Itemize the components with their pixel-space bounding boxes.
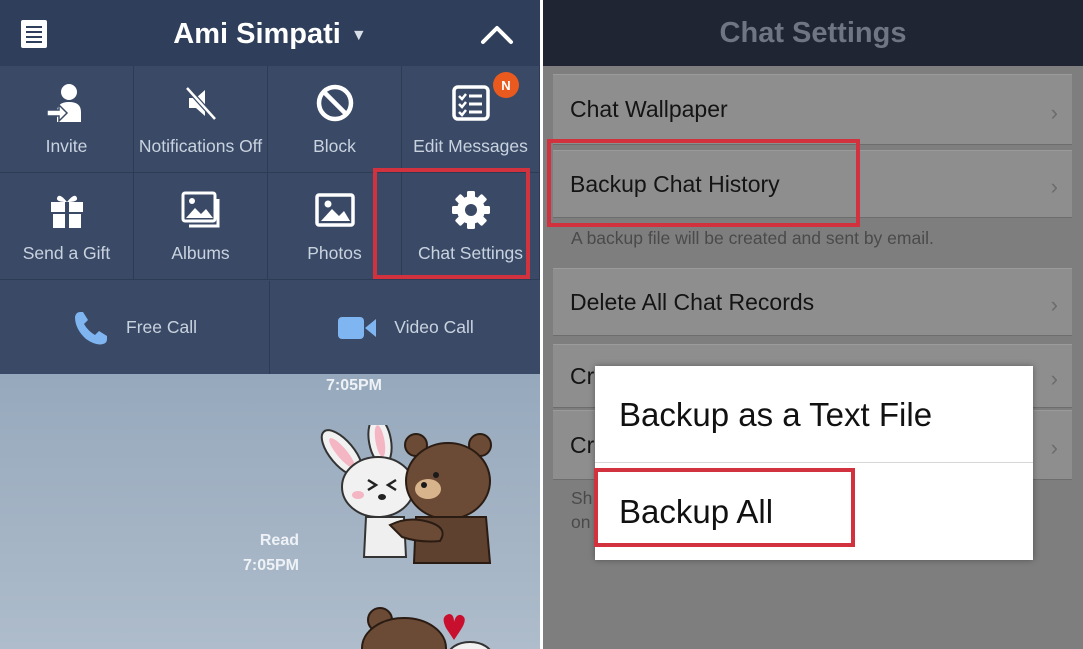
- backup-as-text-file-option[interactable]: Backup as a Text File: [595, 366, 1033, 463]
- collapse-button[interactable]: [474, 14, 520, 54]
- delete-all-chat-records-row[interactable]: Delete All Chat Records ›: [553, 268, 1072, 336]
- settings-title: Chat Settings: [719, 16, 907, 49]
- free-call-button[interactable]: Free Call: [0, 281, 270, 374]
- chat-settings-highlight: [373, 168, 530, 279]
- chevron-right-icon: ›: [1050, 292, 1058, 317]
- chevron-right-icon: ›: [1050, 174, 1058, 199]
- albums-button[interactable]: Albums: [134, 173, 268, 280]
- send-gift-button[interactable]: Send a Gift: [0, 173, 134, 280]
- video-call-label: Video Call: [394, 317, 474, 337]
- invite-person-icon: [45, 84, 81, 123]
- delete-all-chat-records-label: Delete All Chat Records: [570, 288, 815, 315]
- contact-name: Ami Simpati: [173, 17, 341, 50]
- new-badge: N: [493, 72, 519, 98]
- speaker-muted-icon: [184, 86, 217, 121]
- video-call-button[interactable]: Video Call: [270, 281, 540, 374]
- menu-button[interactable]: [14, 14, 54, 54]
- send-gift-label: Send a Gift: [22, 243, 111, 263]
- settings-header: Chat Settings: [543, 0, 1083, 66]
- phone-icon: [75, 311, 107, 344]
- message-time: 7:05PM: [325, 377, 382, 394]
- contact-name-dropdown[interactable]: Ami Simpati ▼: [150, 14, 390, 54]
- chat-screen: Ami Simpati ▼ Invite Notifications Off B…: [0, 0, 540, 649]
- settings-hint: on: [571, 512, 591, 532]
- bear-hug-sticker[interactable]: [320, 425, 510, 575]
- block-icon: [316, 84, 353, 122]
- chat-header: Ami Simpati ▼: [0, 0, 540, 66]
- chevron-right-icon: ›: [1050, 435, 1058, 460]
- free-call-label: Free Call: [126, 317, 197, 337]
- backup-all-highlight: [594, 468, 855, 547]
- settings-hint: Sh: [571, 488, 593, 508]
- backup-chat-history-highlight: [547, 139, 860, 227]
- caret-down-icon: ▼: [350, 27, 367, 44]
- chat-wallpaper-row[interactable]: Chat Wallpaper ›: [553, 74, 1072, 145]
- settings-row-label: Cr: [570, 362, 595, 389]
- edit-messages-button[interactable]: Edit Messages: [402, 66, 540, 173]
- edit-messages-label: Edit Messages: [413, 136, 528, 156]
- checklist-icon: [451, 85, 490, 121]
- gift-icon: [50, 195, 83, 228]
- block-label: Block: [313, 136, 356, 156]
- notifications-off-button[interactable]: Notifications Off: [134, 66, 268, 173]
- chat-wallpaper-label: Chat Wallpaper: [570, 96, 728, 122]
- chevron-right-icon: ›: [1050, 366, 1058, 391]
- settings-row-label: Cr: [570, 431, 595, 458]
- message-time: 7:05PM: [242, 557, 299, 574]
- read-receipt: Read: [259, 532, 299, 549]
- notifications-off-label: Notifications Off: [138, 136, 263, 156]
- chevron-up-icon: [481, 26, 513, 44]
- invite-label: Invite: [45, 136, 88, 156]
- video-camera-icon: [338, 316, 377, 339]
- bear-sticker[interactable]: [350, 598, 510, 649]
- chevron-right-icon: ›: [1050, 99, 1058, 125]
- albums-icon: [181, 191, 219, 228]
- photo-icon: [314, 193, 355, 227]
- albums-label: Albums: [171, 243, 230, 263]
- document-menu-icon: [21, 20, 47, 48]
- invite-button[interactable]: Invite: [0, 66, 134, 173]
- block-button[interactable]: Block: [268, 66, 402, 173]
- backup-hint: A backup file will be created and sent b…: [571, 228, 934, 248]
